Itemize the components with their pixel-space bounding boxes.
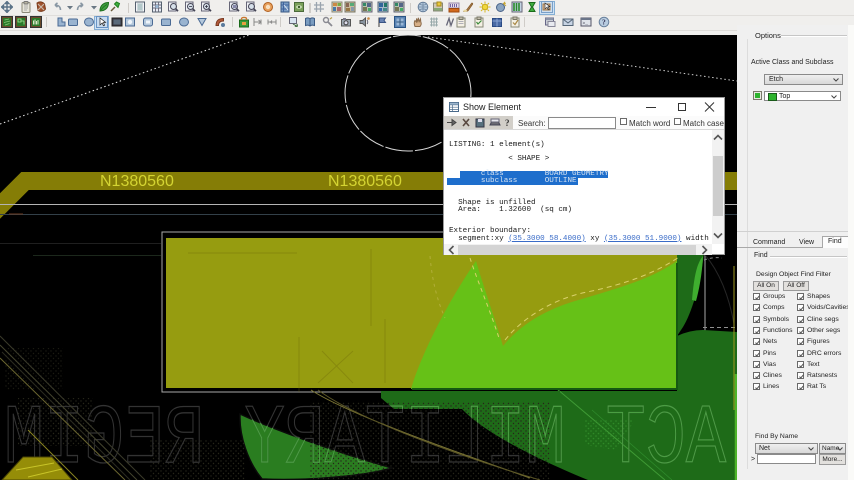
svg-text:?: ?: [505, 118, 510, 128]
svg-text:?: ?: [602, 18, 606, 27]
svg-text:>_: >_: [583, 21, 589, 27]
